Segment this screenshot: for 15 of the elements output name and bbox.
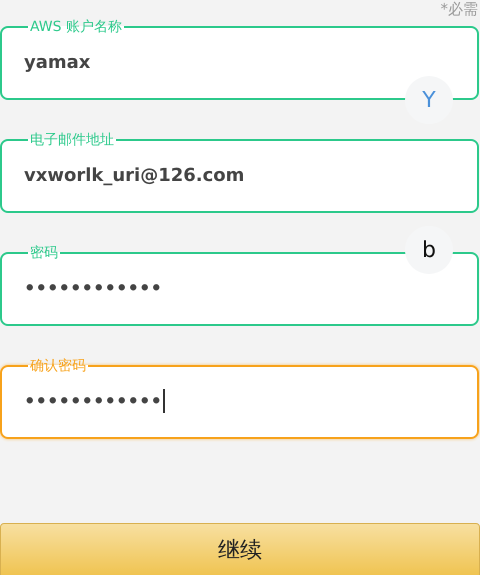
input-field[interactable]: 确认密码 •••••••••••• [0, 359, 479, 439]
field-value: •••••••••••• [24, 276, 162, 300]
key-preview-bubble: Y [405, 76, 453, 124]
key-preview-bubble: b [405, 226, 453, 274]
required-note: *必需 [440, 0, 479, 18]
field-label: 电子邮件地址 [29, 133, 115, 147]
input-field[interactable]: 电子邮件地址 vxworlk_uri@126.com [0, 133, 479, 213]
field-label: 密码 [29, 246, 59, 260]
field-value: yamax [24, 50, 90, 74]
continue-button[interactable]: 继续 [0, 523, 480, 575]
field-label: AWS 账户名称 [29, 20, 123, 34]
text-cursor [163, 389, 165, 413]
field-label: 确认密码 [29, 359, 87, 373]
field-value: vxworlk_uri@126.com [24, 164, 244, 188]
field-value: •••••••••••• [24, 390, 162, 414]
